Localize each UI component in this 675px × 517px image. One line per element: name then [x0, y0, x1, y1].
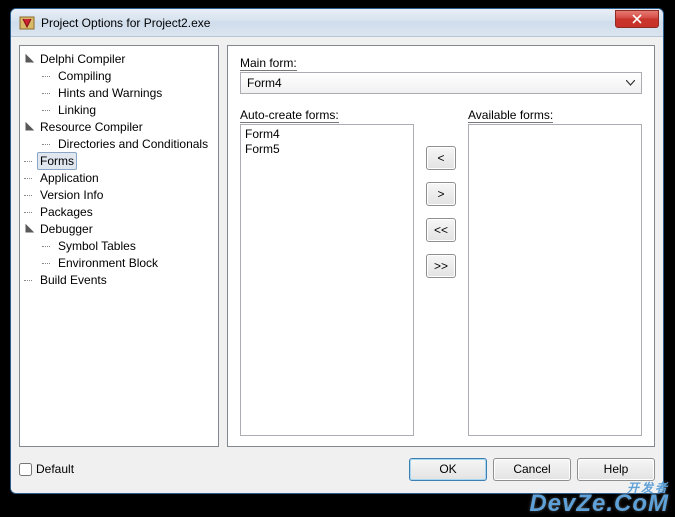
main-form-value: Form4 — [247, 76, 282, 90]
tree-item[interactable]: Linking — [22, 101, 216, 118]
tree-item[interactable]: Environment Block — [22, 254, 216, 271]
titlebar[interactable]: Project Options for Project2.exe — [11, 9, 663, 37]
tree-item[interactable]: Version Info — [22, 186, 216, 203]
tree-item[interactable]: Resource Compiler — [22, 118, 216, 135]
tree-item-label: Hints and Warnings — [55, 85, 165, 101]
move-right-button[interactable]: > — [426, 182, 456, 206]
help-button[interactable]: Help — [577, 458, 655, 481]
app-icon — [19, 15, 35, 31]
tree-item-label: Version Info — [37, 187, 106, 203]
autocreate-label: Auto-create forms: — [240, 108, 414, 122]
default-checkbox-input[interactable] — [19, 463, 32, 476]
tree-item[interactable]: Application — [22, 169, 216, 186]
project-options-dialog: Project Options for Project2.exe Delphi … — [10, 8, 664, 494]
move-all-right-button[interactable]: >> — [426, 254, 456, 278]
main-form-label: Main form: — [240, 56, 642, 70]
tree-item[interactable]: Hints and Warnings — [22, 84, 216, 101]
tree-item[interactable]: Delphi Compiler — [22, 50, 216, 67]
tree-item-label: Symbol Tables — [55, 238, 139, 254]
tree-item-label: Linking — [55, 102, 99, 118]
tree-item-label: Delphi Compiler — [37, 51, 128, 67]
tree-item-label: Debugger — [37, 221, 96, 237]
tree-item-label: Application — [37, 170, 102, 186]
default-checkbox[interactable]: Default — [19, 462, 74, 476]
category-tree[interactable]: Delphi CompilerCompilingHints and Warnin… — [19, 45, 219, 447]
available-listbox[interactable] — [468, 124, 642, 436]
tree-item[interactable]: Symbol Tables — [22, 237, 216, 254]
cancel-button[interactable]: Cancel — [493, 458, 571, 481]
tree-item[interactable]: Forms — [22, 152, 216, 169]
available-label: Available forms: — [468, 108, 642, 122]
available-column: Available forms: — [468, 108, 642, 436]
tree-toggle-icon[interactable] — [24, 223, 35, 234]
move-left-button[interactable]: < — [426, 146, 456, 170]
tree-item[interactable]: Build Events — [22, 271, 216, 288]
tree-item-label: Resource Compiler — [37, 119, 146, 135]
forms-page: Main form: Form4 Auto-create forms: Form… — [227, 45, 655, 447]
tree-toggle-icon[interactable] — [24, 53, 35, 64]
tree-item-label: Directories and Conditionals — [55, 136, 211, 152]
close-button[interactable] — [615, 10, 659, 28]
tree-item-label: Packages — [37, 204, 96, 220]
tree-item-label: Compiling — [55, 68, 114, 84]
list-item[interactable]: Form4 — [245, 127, 409, 142]
tree-item[interactable]: Packages — [22, 203, 216, 220]
main-form-combo[interactable]: Form4 — [240, 72, 642, 94]
list-item[interactable]: Form5 — [245, 142, 409, 157]
move-all-left-button[interactable]: << — [426, 218, 456, 242]
ok-button[interactable]: OK — [409, 458, 487, 481]
tree-item-label: Build Events — [37, 272, 110, 288]
tree-item-label: Forms — [37, 152, 77, 170]
window-title: Project Options for Project2.exe — [41, 16, 615, 30]
autocreate-column: Auto-create forms: Form4Form5 — [240, 108, 414, 436]
tree-toggle-icon[interactable] — [24, 121, 35, 132]
default-label: Default — [36, 462, 74, 476]
move-buttons: < > << >> — [422, 108, 460, 436]
close-icon — [632, 14, 642, 24]
tree-item[interactable]: Compiling — [22, 67, 216, 84]
tree-item[interactable]: Debugger — [22, 220, 216, 237]
autocreate-listbox[interactable]: Form4Form5 — [240, 124, 414, 436]
tree-item[interactable]: Directories and Conditionals — [22, 135, 216, 152]
main-row: Delphi CompilerCompilingHints and Warnin… — [19, 45, 655, 447]
forms-lists: Auto-create forms: Form4Form5 < > << >> … — [240, 108, 642, 436]
client-area: Delphi CompilerCompilingHints and Warnin… — [11, 37, 663, 493]
tree-item-label: Environment Block — [55, 255, 161, 271]
dialog-buttons: Default OK Cancel Help — [19, 453, 655, 485]
chevron-down-icon — [626, 80, 635, 86]
